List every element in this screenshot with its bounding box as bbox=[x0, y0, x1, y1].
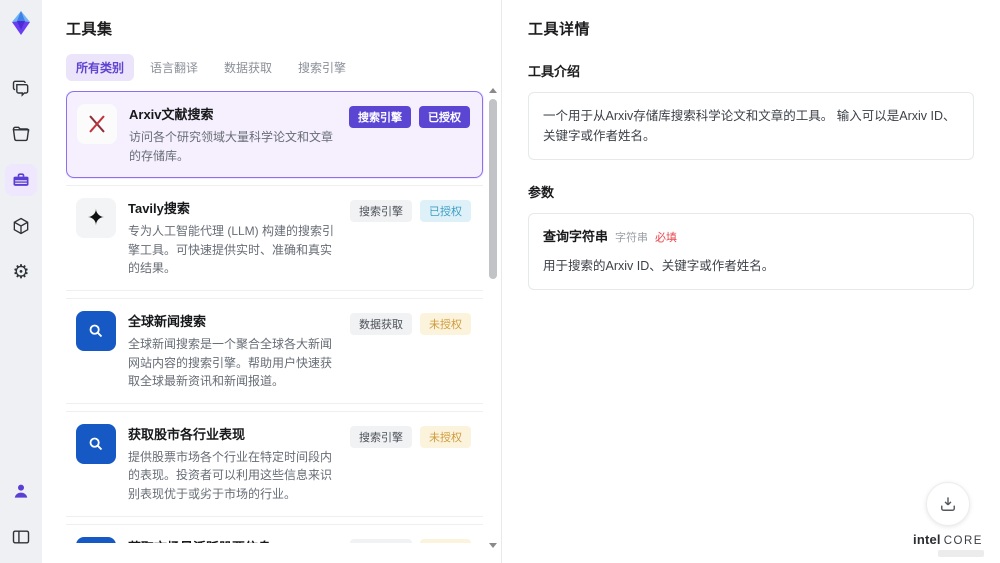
status-badge: 已授权 bbox=[420, 200, 471, 223]
category-badge: 搜索引擎 bbox=[349, 106, 411, 128]
tool-title: 获取市场最活跃股票信息 bbox=[128, 537, 338, 543]
toolbox-icon bbox=[13, 173, 29, 186]
tool-icon bbox=[77, 104, 117, 144]
app-window: ⚙ 工具集 所有类别 语言翻译 数据获取 搜索引擎 Arxiv文献搜索 访问各个研究领… bbox=[0, 0, 1000, 563]
intel-logo-subbar bbox=[938, 550, 984, 557]
sidebar-collapse-button[interactable] bbox=[5, 521, 37, 553]
details-title: 工具详情 bbox=[528, 21, 591, 38]
intel-core-logo: intel core bbox=[913, 532, 983, 547]
intro-box: 一个用于从Arxiv存储库搜索科学论文和文章的工具。 输入可以是Arxiv ID… bbox=[528, 92, 974, 160]
tool-title: 获取股市各行业表现 bbox=[128, 426, 246, 442]
tool-badges: 搜索引擎 未授权 bbox=[350, 425, 471, 448]
search-icon bbox=[89, 324, 103, 338]
list-scrollbar bbox=[488, 88, 498, 548]
tool-description: 专为人工智能代理 (LLM) 构建的搜索引擎工具。可快速提供实时、准确和真实的结… bbox=[128, 224, 335, 276]
param-box: 查询字符串 字符串 必填 用于搜索的Arxiv ID、关键字或作者姓名。 bbox=[528, 213, 974, 290]
tool-card-body: Arxiv文献搜索 访问各个研究领域大量科学论文和文章的存储库。 bbox=[129, 104, 337, 165]
tab-3[interactable]: 搜索引擎 bbox=[288, 54, 356, 81]
category-badge: 数据获取 bbox=[350, 312, 412, 335]
category-badge: 搜索引擎 bbox=[350, 538, 412, 543]
tool-badges: 数据获取 未授权 bbox=[350, 312, 471, 335]
tool-title: 全球新闻搜索 bbox=[128, 313, 207, 329]
sidebar-item-chat[interactable] bbox=[5, 72, 37, 104]
sidebar-item-settings[interactable]: ⚙ bbox=[5, 256, 37, 288]
tool-card-4[interactable]: 获取市场最活跃股票信息 提供当天交易量最高的股票列表，投资者可以利用这些信息来识… bbox=[66, 523, 483, 543]
tab-0[interactable]: 所有类别 bbox=[66, 54, 135, 81]
tool-card-list: Arxiv文献搜索 访问各个研究领域大量科学论文和文章的存储库。 搜索引擎 已授… bbox=[66, 91, 501, 543]
core-brand-text: core bbox=[943, 535, 983, 547]
param-header: 查询字符串 字符串 必填 bbox=[543, 227, 959, 248]
scrollbar-up-arrow[interactable] bbox=[489, 88, 497, 93]
param-name: 查询字符串 bbox=[543, 229, 609, 244]
search-icon bbox=[89, 437, 103, 450]
status-badge: 未授权 bbox=[420, 425, 471, 448]
category-tabs: 所有类别 语言翻译 数据获取 搜索引擎 bbox=[66, 54, 501, 81]
sidebar-item-models[interactable] bbox=[5, 210, 37, 242]
intel-brand-text: intel bbox=[913, 532, 941, 547]
tool-icon bbox=[76, 536, 116, 543]
tool-card-body: 全球新闻搜索 全球新闻搜索是一个聚合全球各大新闻网站内容的搜索引擎。帮助用户快速… bbox=[128, 311, 338, 391]
tool-title: Arxiv文献搜索 bbox=[129, 107, 214, 122]
tool-card-0[interactable]: Arxiv文献搜索 访问各个研究领域大量科学论文和文章的存储库。 搜索引擎 已授… bbox=[66, 91, 483, 179]
tab-1[interactable]: 语言翻译 bbox=[140, 54, 208, 81]
sidebar-rail: ⚙ bbox=[0, 0, 42, 563]
corner-widgets: intel core bbox=[912, 482, 984, 557]
tool-list-panel: 工具集 所有类别 语言翻译 数据获取 搜索引擎 Arxiv文献搜索 访问各个研究领域大… bbox=[42, 0, 501, 563]
category-badge: 搜索引擎 bbox=[350, 425, 412, 448]
params-heading: 参数 bbox=[528, 185, 555, 200]
status-badge: 未授权 bbox=[420, 538, 471, 543]
panel-toggle-icon bbox=[12, 530, 30, 544]
page-title: 工具集 bbox=[66, 21, 113, 38]
tool-icon: ✦ bbox=[76, 198, 116, 239]
tool-card-3[interactable]: 获取股市各行业表现 提供股票市场各个行业在特定时间段内的表现。投资者可以利用这些… bbox=[66, 410, 483, 517]
download-button[interactable] bbox=[926, 482, 970, 526]
status-badge: 未授权 bbox=[420, 312, 471, 335]
cube-icon bbox=[13, 217, 29, 235]
tool-description: 访问各个研究领域大量科学论文和文章的存储库。 bbox=[129, 130, 334, 163]
sidebar-item-account[interactable] bbox=[5, 475, 37, 507]
scrollbar-thumb[interactable] bbox=[489, 99, 497, 279]
arxiv-icon bbox=[89, 115, 105, 133]
intro-heading: 工具介绍 bbox=[528, 64, 581, 79]
tool-badges: 搜索引擎 已授权 bbox=[349, 106, 470, 128]
sidebar-item-tools[interactable] bbox=[5, 164, 37, 196]
tool-card-body: 获取股市各行业表现 提供股票市场各个行业在特定时间段内的表现。投资者可以利用这些… bbox=[128, 424, 338, 504]
tool-description: 全球新闻搜索是一个聚合全球各大新闻网站内容的搜索引擎。帮助用户快速获取全球最新资… bbox=[128, 336, 333, 389]
tab-2[interactable]: 数据获取 bbox=[214, 54, 282, 81]
tool-icon bbox=[76, 310, 116, 351]
tool-card-1[interactable]: ✦ Tavily搜索 专为人工智能代理 (LLM) 构建的搜索引擎工具。可快速提… bbox=[66, 185, 483, 291]
download-icon bbox=[941, 497, 955, 511]
tool-icon bbox=[76, 423, 116, 464]
tool-badges: 搜索引擎 已授权 bbox=[350, 200, 471, 223]
sidebar-item-files[interactable] bbox=[5, 118, 37, 150]
tool-badges: 搜索引擎 未授权 bbox=[350, 538, 471, 543]
tool-description: 提供股票市场各个行业在特定时间段内的表现。投资者可以利用这些信息来识别表现优于或… bbox=[128, 449, 333, 501]
scrollbar-down-arrow[interactable] bbox=[489, 543, 497, 548]
chat-icon bbox=[12, 80, 29, 97]
param-type: 字符串 bbox=[615, 232, 649, 244]
tool-card-2[interactable]: 全球新闻搜索 全球新闻搜索是一个聚合全球各大新闻网站内容的搜索引擎。帮助用户快速… bbox=[66, 297, 483, 404]
tool-card-body: 获取市场最活跃股票信息 提供当天交易量最高的股票列表，投资者可以利用这些信息来识… bbox=[128, 537, 338, 543]
tool-card-body: Tavily搜索 专为人工智能代理 (LLM) 构建的搜索引擎工具。可快速提供实… bbox=[128, 198, 338, 278]
sparkle-icon: ✦ bbox=[86, 205, 106, 231]
folder-icon bbox=[12, 126, 30, 142]
param-description: 用于搜索的Arxiv ID、关键字或作者姓名。 bbox=[543, 258, 775, 273]
category-badge: 搜索引擎 bbox=[350, 200, 412, 223]
tool-title: Tavily搜索 bbox=[128, 201, 190, 217]
intro-text: 一个用于从Arxiv存储库搜索科学论文和文章的工具。 输入可以是Arxiv ID… bbox=[543, 109, 956, 143]
gear-icon: ⚙ bbox=[12, 261, 30, 283]
status-badge: 已授权 bbox=[419, 106, 470, 128]
param-required-label: 必填 bbox=[655, 232, 678, 244]
user-icon bbox=[14, 484, 28, 498]
tool-details-panel: 工具详情 工具介绍 一个用于从Arxiv存储库搜索科学论文和文章的工具。 输入可… bbox=[502, 0, 1000, 563]
app-logo bbox=[12, 11, 30, 35]
